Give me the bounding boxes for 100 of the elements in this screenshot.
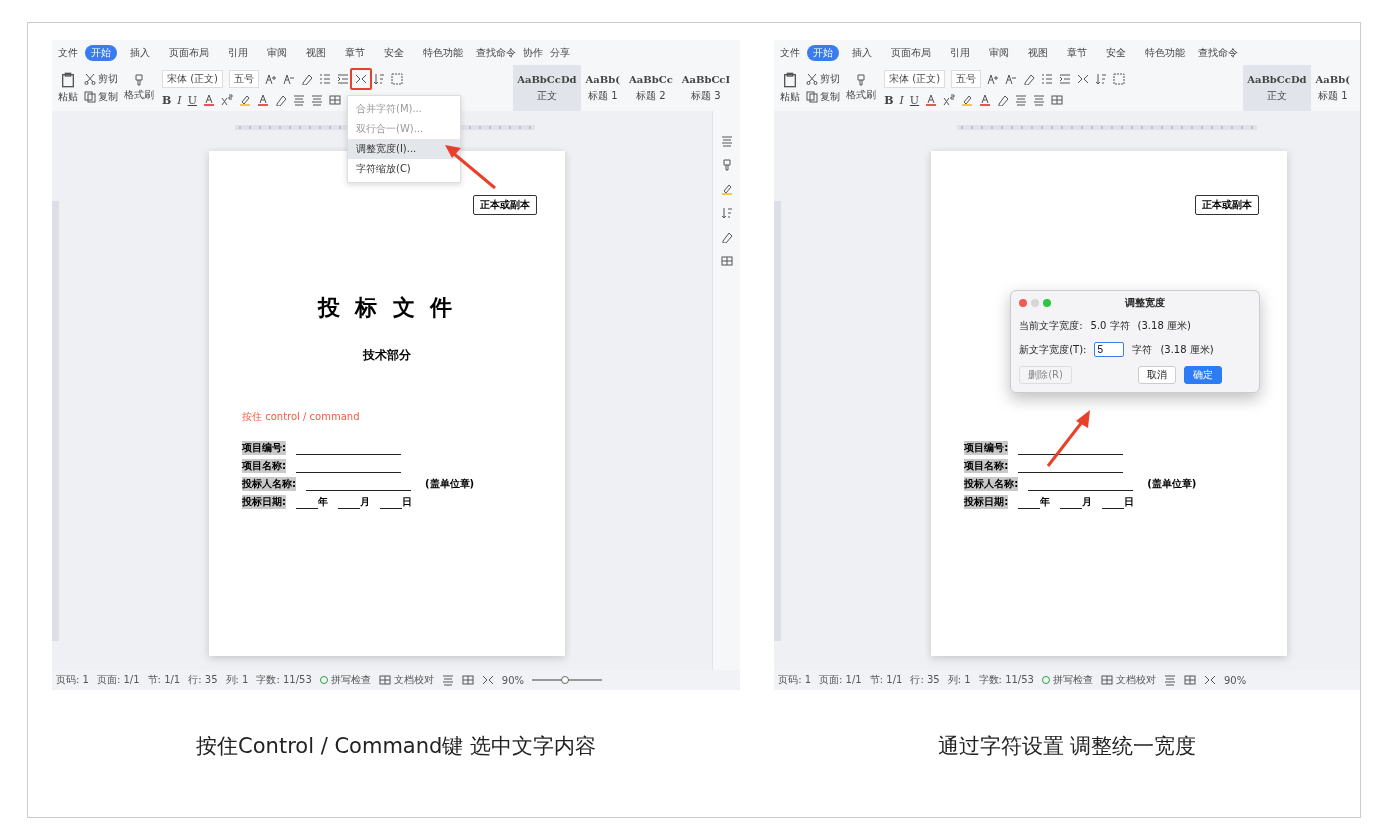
font-name-field[interactable]: 宋体 (正文) <box>162 69 223 88</box>
font-color-icon[interactable] <box>979 94 992 106</box>
ribbon-tab[interactable]: 安全 <box>378 44 410 61</box>
menu-item[interactable]: 调整宽度(I)... <box>348 138 460 159</box>
ribbon-tab[interactable]: 视图 <box>300 44 332 61</box>
table-icon[interactable] <box>1100 674 1113 686</box>
cut-button[interactable]: 剪切 <box>84 72 118 86</box>
font-grow-icon[interactable] <box>265 72 277 85</box>
status-item[interactable]: 节: 1/1 <box>869 673 903 687</box>
style-preset[interactable]: AaBb( 标题 1 <box>581 65 624 111</box>
copy-icon[interactable] <box>84 91 96 103</box>
format-painter-button[interactable]: 格式刷 <box>124 74 154 102</box>
status-item[interactable]: 字数: 11/53 <box>978 673 1034 687</box>
zoom-level[interactable]: 90% <box>501 674 525 686</box>
clipboard-icon[interactable] <box>60 72 76 88</box>
font-size-field[interactable]: 五号 <box>229 69 259 88</box>
character-layout-icon[interactable] <box>1203 674 1216 686</box>
font-shrink-icon[interactable] <box>283 72 295 85</box>
ribbon-tab[interactable]: 章节 <box>1061 44 1094 61</box>
paste-button[interactable]: 粘贴 <box>58 72 78 104</box>
ribbon-tab[interactable]: 视图 <box>1022 44 1055 61</box>
dialog-button[interactable]: 取消 <box>1137 366 1176 384</box>
table-icon[interactable] <box>328 94 341 106</box>
status-item[interactable]: 页面: 1/1 <box>819 673 862 687</box>
table-icon[interactable] <box>720 255 733 267</box>
font-color-icon[interactable] <box>925 94 938 106</box>
menu-item[interactable]: 字符缩放(C) <box>348 158 460 179</box>
ribbon-tab[interactable]: 审阅 <box>261 44 293 61</box>
copy-button[interactable]: 复制 <box>84 90 118 104</box>
table-icon[interactable] <box>1051 94 1064 106</box>
unit-selector[interactable]: 字符 <box>1132 342 1153 357</box>
width-input[interactable]: 5 <box>1094 342 1125 357</box>
ribbon-tab[interactable]: 页面布局 <box>885 44 938 61</box>
proofread-button[interactable]: 文档校对 <box>1100 673 1156 687</box>
style-preset[interactable]: AaBbCcDd 正文 <box>513 65 581 111</box>
brush-icon[interactable] <box>855 74 868 86</box>
format-button[interactable]: U <box>909 93 920 107</box>
paste-button[interactable]: 粘贴 <box>780 72 801 104</box>
format-button[interactable]: I <box>177 93 182 107</box>
close-icon[interactable] <box>1019 299 1028 307</box>
toolbar-link[interactable]: 查找命令 <box>1198 45 1239 60</box>
superscript-icon[interactable] <box>220 94 233 106</box>
highlighter-icon[interactable] <box>720 183 733 195</box>
ribbon-tab[interactable]: 页面布局 <box>163 44 215 61</box>
status-item[interactable]: 节: 1/1 <box>147 673 181 687</box>
font-shrink-icon[interactable] <box>1005 72 1018 85</box>
status-item[interactable]: 页码: 1 <box>778 673 812 687</box>
copy-icon[interactable] <box>806 91 819 103</box>
ribbon-tab[interactable]: 插入 <box>846 44 879 61</box>
character-layout-icon[interactable] <box>350 67 372 90</box>
style-preset[interactable]: AaBb( 标题 1 <box>1311 65 1354 111</box>
superscript-icon[interactable] <box>943 94 956 106</box>
eraser-icon[interactable] <box>301 72 313 85</box>
spell-check-button[interactable]: 拼写检查 <box>1041 673 1093 687</box>
ribbon-tab[interactable]: 插入 <box>124 44 156 61</box>
status-item[interactable]: 列: 1 <box>947 673 971 687</box>
ribbon-tab[interactable]: 审阅 <box>983 44 1016 61</box>
status-item[interactable]: 列: 1 <box>225 673 249 687</box>
status-item[interactable]: 行: 35 <box>188 673 218 687</box>
font-color-icon[interactable] <box>256 94 269 106</box>
sort-icon[interactable] <box>373 72 385 85</box>
highlighter-icon[interactable] <box>238 94 251 106</box>
ribbon-tab[interactable]: 特色功能 <box>417 44 469 61</box>
format-button[interactable]: U <box>187 93 197 107</box>
sort-icon[interactable] <box>720 207 733 219</box>
format-button[interactable]: B <box>162 93 172 107</box>
ribbon-tab[interactable]: 安全 <box>1100 44 1133 61</box>
sort-icon[interactable] <box>1095 72 1108 85</box>
character-layout-icon[interactable] <box>1077 72 1090 85</box>
brush-icon[interactable] <box>720 159 733 171</box>
style-preset[interactable]: AaBbCcDd 正文 <box>1243 65 1311 111</box>
font-name-field[interactable]: 宋体 (正文) <box>884 69 946 88</box>
scissors-icon[interactable] <box>806 73 819 85</box>
font-size-field[interactable]: 五号 <box>951 69 982 88</box>
status-item[interactable]: 页面: 1/1 <box>96 673 140 687</box>
eraser-icon[interactable] <box>720 231 733 243</box>
font-grow-icon[interactable] <box>987 72 1000 85</box>
format-button[interactable]: I <box>899 93 904 107</box>
ribbon-tab[interactable]: 引用 <box>222 44 254 61</box>
cut-button[interactable]: 剪切 <box>806 72 841 86</box>
ribbon-tab[interactable]: 开始 <box>807 44 840 61</box>
dialog-button[interactable]: 确定 <box>1183 366 1222 384</box>
toolbar-link[interactable]: 分享 <box>550 45 570 60</box>
slider-thumb[interactable] <box>560 676 569 684</box>
eraser-icon[interactable] <box>997 94 1010 106</box>
brush-icon[interactable] <box>133 74 145 86</box>
spell-check-button[interactable]: 拼写检查 <box>319 673 371 687</box>
format-painter-button[interactable]: 格式刷 <box>846 74 877 102</box>
table-icon[interactable] <box>461 674 474 686</box>
status-item[interactable]: 字数: 11/53 <box>256 673 312 687</box>
file-menu[interactable]: 文件 <box>58 45 78 60</box>
ribbon-tab[interactable]: 章节 <box>339 44 371 61</box>
ribbon-tab[interactable]: 引用 <box>944 44 977 61</box>
ribbon-tab[interactable]: 特色功能 <box>1139 44 1192 61</box>
style-preset[interactable]: AaBbCc 标题 2 <box>625 65 677 111</box>
indent-icon[interactable] <box>337 72 349 85</box>
copy-button[interactable]: 复制 <box>806 90 841 104</box>
character-layout-icon[interactable] <box>481 674 494 686</box>
file-menu[interactable]: 文件 <box>780 45 801 60</box>
eraser-icon[interactable] <box>1023 72 1036 85</box>
